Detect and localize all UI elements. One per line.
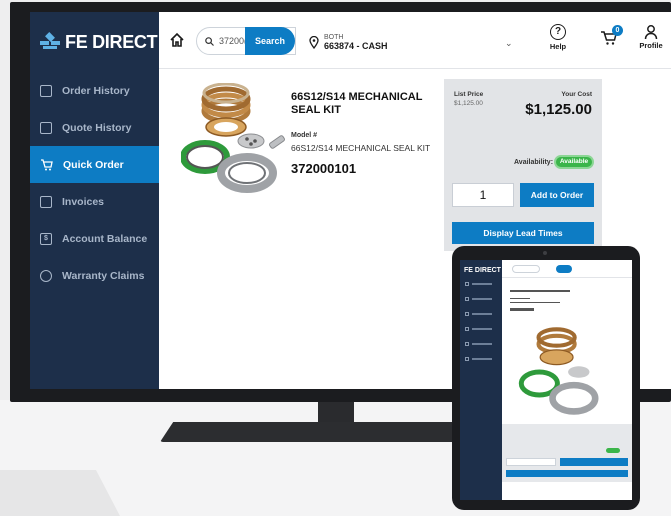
- sidebar-item-label: Warranty Claims: [62, 269, 145, 282]
- sidebar-item-label: Quick Order: [63, 158, 124, 171]
- tablet-top-bar: [502, 260, 632, 278]
- tablet-sidebar: FE DIRECT: [460, 260, 502, 500]
- sidebar: FE DIRECT Order History Quote History Qu…: [30, 12, 159, 389]
- sidebar-item-label: Quote History: [62, 121, 132, 134]
- sidebar-item-invoices[interactable]: Invoices: [30, 183, 159, 220]
- sidebar-item-account-balance[interactable]: $ Account Balance: [30, 220, 159, 257]
- account-selector[interactable]: BOTH 663874 - CASH: [309, 29, 499, 55]
- sidebar-item-quick-order[interactable]: Quick Order: [30, 146, 159, 183]
- tablet-brand-logo: FE DIRECT: [464, 267, 501, 274]
- tablet-search-button: [556, 265, 572, 273]
- account-number: 663874 - CASH: [324, 41, 388, 51]
- model-value: 66S12/S14 MECHANICAL SEAL KIT: [291, 143, 431, 153]
- tablet-device: FE DIRECT: [452, 246, 640, 510]
- search-button[interactable]: Search: [245, 27, 295, 55]
- location-pin-icon: [309, 35, 319, 49]
- display-lead-times-button[interactable]: Display Lead Times: [452, 222, 594, 244]
- sidebar-item-label: Invoices: [62, 195, 105, 208]
- sidebar-item-quote-history[interactable]: Quote History: [30, 109, 159, 146]
- tablet-product-image: [518, 327, 599, 415]
- help-icon: ?: [550, 24, 566, 40]
- seal-kit-product-image: [181, 83, 285, 193]
- sidebar-item-order-history[interactable]: Order History: [30, 72, 159, 109]
- sidebar-item-label: Order History: [62, 84, 130, 97]
- model-label: Model #: [291, 132, 318, 139]
- your-cost-value: $1,125.00: [525, 101, 592, 118]
- price-panel: List Price $1,125.00 Your Cost $1,125.00…: [444, 79, 602, 251]
- your-cost-label: Your Cost: [561, 91, 592, 98]
- tablet-search-input: [512, 265, 540, 273]
- cart-button[interactable]: 0: [600, 25, 623, 51]
- file-icon: [40, 195, 52, 208]
- quantity-input[interactable]: 1: [452, 183, 514, 207]
- cart-count-badge: 0: [612, 25, 623, 36]
- home-icon[interactable]: [169, 32, 185, 48]
- part-number: 372000101: [291, 161, 357, 176]
- document-icon: [40, 121, 52, 134]
- sidebar-item-label: Account Balance: [62, 232, 148, 245]
- logo-icon: [40, 32, 60, 50]
- help-button[interactable]: ? Help: [542, 24, 574, 51]
- tablet-availability-badge: [606, 448, 620, 453]
- circle-icon: [40, 269, 52, 282]
- tablet-main-content: [502, 278, 632, 500]
- search-value: 37200(: [219, 36, 248, 46]
- user-icon: [644, 25, 658, 40]
- add-to-order-button[interactable]: Add to Order: [520, 183, 594, 207]
- tablet-camera: [543, 251, 547, 255]
- brand-name: FE DIRECT: [65, 31, 158, 52]
- search-icon: [205, 36, 214, 46]
- top-bar: 37200( Search BOTH 663874 - CASH ⌄ ? Hel…: [159, 12, 671, 69]
- tablet-add-to-order-button: [560, 458, 628, 466]
- profile-button[interactable]: Profile: [633, 24, 669, 50]
- availability-badge: Available: [554, 155, 594, 169]
- cart-icon: [41, 158, 53, 170]
- tablet-quantity-input: [506, 458, 556, 466]
- brand-logo[interactable]: FE DIRECT: [30, 12, 159, 72]
- tablet-screen: FE DIRECT: [460, 260, 632, 500]
- help-label: Help: [549, 42, 567, 51]
- profile-label: Profile: [639, 41, 663, 50]
- list-price-value: $1,125.00: [454, 100, 483, 107]
- clipboard-icon: [40, 84, 52, 97]
- dollar-icon: $: [40, 232, 52, 245]
- availability-label: Availability:: [514, 159, 554, 166]
- list-price-label: List Price: [454, 91, 484, 98]
- product-title: 66S12/S14 MECHANICAL SEAL KIT: [291, 91, 423, 116]
- tv-stand-neck: [318, 402, 354, 424]
- tv-stand-base: [160, 422, 490, 442]
- tablet-lead-times-button: [506, 470, 628, 477]
- sidebar-item-warranty-claims[interactable]: Warranty Claims: [30, 257, 159, 294]
- chevron-down-icon[interactable]: ⌄: [505, 38, 513, 49]
